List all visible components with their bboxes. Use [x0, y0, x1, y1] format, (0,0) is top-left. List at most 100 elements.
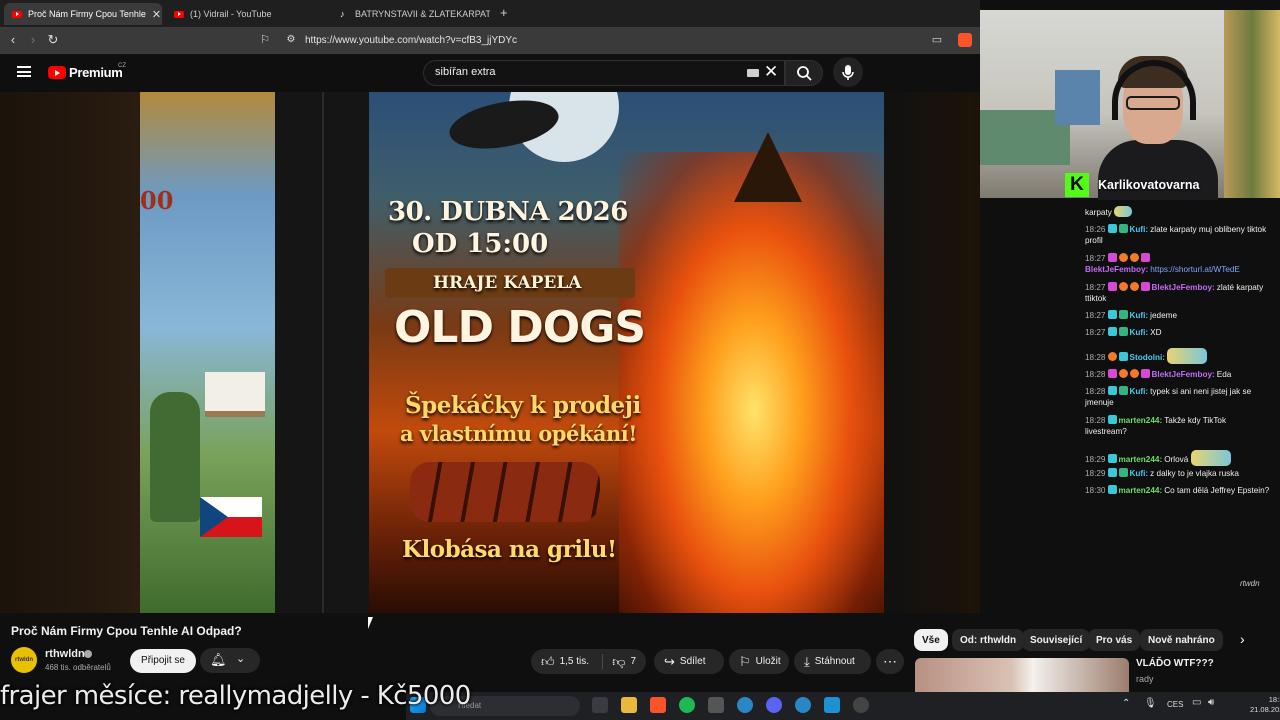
subscriber-badge-icon [1107, 468, 1117, 477]
voice-search-button[interactable] [833, 57, 863, 87]
new-tab-button[interactable]: + [500, 5, 508, 20]
subscriber-badge-icon [1107, 485, 1117, 494]
youtube-icon [12, 10, 22, 18]
subscriber-badge-icon [1107, 415, 1117, 424]
address-bar[interactable]: https://www.youtube.com/watch?v=cfB3_jjY… [305, 35, 517, 46]
badge-icon [1118, 386, 1128, 395]
spotify-icon[interactable] [679, 697, 695, 713]
taskbar-clock[interactable]: 18:3021.08.2026 [1250, 695, 1280, 715]
share-icon: ↪ [664, 653, 675, 669]
badge-icon [1140, 369, 1150, 378]
tiktok-icon: ♪ [340, 8, 345, 19]
watermark: rtwdn [1240, 579, 1260, 588]
chip-for-you[interactable]: Pro vás [1088, 629, 1141, 651]
channel-name[interactable]: rthwldn [45, 648, 85, 660]
brave-shield-icon[interactable] [958, 33, 972, 47]
file-explorer-icon[interactable] [621, 697, 637, 713]
kick-logo-icon: K [1065, 173, 1089, 197]
volume-icon[interactable]: 🔊︎ [1208, 697, 1214, 708]
photos-icon[interactable] [824, 697, 840, 713]
chat-message: 18:28 marten244: Takže kdy TikTok livestre… [1085, 415, 1227, 436]
like-icon[interactable]: 👍︎ [541, 654, 555, 670]
video-title: Proč Nám Firmy Cpou Tenhle AI Odpad? [11, 624, 242, 638]
more-actions-button[interactable]: ⋯ [876, 649, 904, 674]
poster-band-name: OLD DOGS [394, 302, 646, 353]
poster-line-2: a vlastnímu opékání! [400, 421, 637, 446]
chatgpt-icon[interactable] [853, 697, 869, 713]
chat-message: 18:26 Kufi: zlate karpaty muj oblibeny tik… [1085, 224, 1267, 245]
tab-label: Proč Nám Firmy Cpou Tenhle [28, 9, 146, 19]
witch-hat-figure [734, 132, 802, 202]
brave-browser-icon[interactable] [650, 697, 666, 713]
subscriber-badge-icon [1107, 327, 1117, 336]
like-count[interactable]: 1,5 tis. [560, 656, 589, 667]
join-button[interactable]: Připojit se [130, 649, 196, 673]
discord-icon[interactable] [766, 697, 782, 713]
gift-badge-icon [1129, 253, 1139, 262]
subscriber-count: 468 tis. odběratelů [45, 663, 111, 672]
video-blur-left [0, 92, 140, 613]
back-icon[interactable]: ‹ [4, 31, 22, 49]
forward-icon[interactable]: › [24, 31, 42, 49]
clear-search-icon[interactable]: ✕ [764, 62, 778, 82]
search-button[interactable] [785, 60, 823, 86]
chevron-up-icon[interactable]: ⌃ [1122, 698, 1130, 709]
recommended-video-channel[interactable]: rady [1136, 674, 1154, 684]
site-info-icon[interactable]: ⚙ [282, 31, 300, 49]
chat-message: 18:29 Kufi: z dalky to je vlajka ruska [1085, 468, 1239, 478]
chevron-right-icon[interactable]: › [1240, 631, 1245, 647]
browser-tab-3[interactable]: ♪ BATRYNSTAVII & ZLATEKARPATY (@ [332, 3, 490, 25]
like-dislike-group: 👍︎ 1,5 tis. 👎︎ 7 [531, 649, 646, 674]
chat-message: karpaty [1085, 206, 1270, 218]
dislike-icon[interactable]: 👎︎ [612, 654, 625, 670]
gift-badge-icon [1129, 282, 1139, 291]
save-button[interactable]: ⚐ Uložit [729, 649, 789, 674]
app-icon[interactable] [708, 697, 724, 713]
tab-label: (1) Vidrail - YouTube [190, 9, 272, 19]
badge-icon [1118, 224, 1128, 233]
chip-from-channel[interactable]: Od: rthwldn [952, 629, 1025, 651]
emote-icon [1114, 206, 1133, 217]
gift-badge-icon [1129, 369, 1139, 378]
microphone-icon[interactable]: 🎙︎ [1144, 698, 1157, 709]
close-icon[interactable]: ✕ [152, 8, 161, 21]
youtube-premium-label[interactable]: Premium [69, 65, 123, 80]
channel-avatar[interactable]: rtwldn [11, 647, 37, 673]
youtube-logo-icon[interactable] [48, 66, 66, 79]
reload-icon[interactable]: ↻ [44, 31, 62, 49]
poster-grill-line: Klobása na grilu! [402, 536, 617, 563]
ccleaner-icon[interactable] [737, 697, 753, 713]
subscriber-badge-icon [1107, 310, 1117, 319]
badge-icon [1118, 310, 1128, 319]
chip-all[interactable]: Vše [914, 629, 948, 651]
recommended-video-title[interactable]: VLÁĎO WTF??? [1136, 658, 1214, 669]
share-button[interactable]: ↪ Sdílet [654, 649, 724, 674]
keyboard-icon[interactable] [747, 69, 759, 77]
subscriber-badge-icon [1107, 454, 1117, 463]
app-icon[interactable] [795, 697, 811, 713]
poster-date: 30. DUBNA 2026 [388, 197, 628, 227]
chat-message: 18:28 Kufi: typek si ani neni jistej jak s… [1085, 386, 1252, 407]
badge-icon [1118, 327, 1128, 336]
chip-recently-uploaded[interactable]: Nově nahráno [1140, 629, 1223, 651]
browser-tab-2[interactable]: (1) Vidrail - YouTube [166, 3, 326, 25]
czech-flag-icon [200, 497, 262, 537]
gift-badge-icon [1107, 352, 1117, 361]
task-view-icon[interactable] [592, 697, 608, 713]
chip-related[interactable]: Související [1022, 629, 1091, 651]
emote-icon [1190, 450, 1231, 466]
browser-tab-1[interactable]: Proč Nám Firmy Cpou Tenhle ✕ [4, 3, 162, 25]
network-icon[interactable]: ▭ [1192, 697, 1201, 708]
window-icon[interactable]: ▭ [928, 31, 946, 49]
notification-button[interactable] [200, 648, 260, 673]
subscriber-badge-icon [1107, 224, 1117, 233]
hamburger-menu-icon[interactable] [17, 66, 31, 77]
download-label: Stáhnout [814, 656, 855, 667]
clock-time: 18:30 [1268, 695, 1280, 704]
dislike-count[interactable]: 7 [630, 656, 636, 667]
input-language[interactable]: CES [1167, 700, 1183, 709]
bell-icon: 🔔︎ [210, 652, 227, 667]
bookmark-icon[interactable]: ⚐ [256, 31, 274, 49]
download-button[interactable]: ⤓ Stáhnout [794, 649, 871, 674]
youtube-icon [174, 10, 184, 18]
